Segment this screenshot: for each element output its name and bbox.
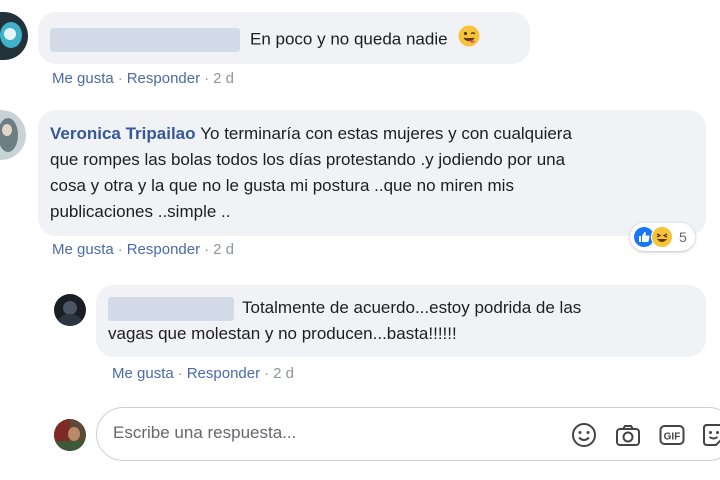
winking-tongue-emoji-icon <box>458 25 480 55</box>
author-name[interactable]: Veronica Tripailao <box>50 124 196 143</box>
commenter-avatar[interactable] <box>0 12 28 60</box>
reply-link[interactable]: Responder <box>127 241 200 258</box>
reply-text-line: vagas que molestan y no producen...basta… <box>108 324 457 343</box>
reply-input[interactable]: Escribe una respuesta... GIF <box>96 407 720 461</box>
blurred-author-name <box>50 28 240 52</box>
haha-reaction-icon <box>651 226 673 248</box>
timestamp[interactable]: 2 d <box>213 70 234 87</box>
timestamp[interactable]: 2 d <box>213 241 234 258</box>
like-link[interactable]: Me gusta <box>52 70 114 87</box>
commenter-avatar[interactable] <box>0 110 26 160</box>
blurred-author-name <box>108 296 234 321</box>
comment-text-line: publicaciones ..simple .. <box>50 202 231 221</box>
camera-icon[interactable] <box>615 422 641 448</box>
reply-bubble: Totalmente de acuerdo...estoy podrida de… <box>96 285 706 357</box>
comment-actions: Me gusta · Responder · 2 d <box>52 70 234 87</box>
comment-text: En poco y no queda nadie <box>250 29 448 49</box>
timestamp[interactable]: 2 d <box>273 365 294 382</box>
reaction-count: 5 <box>679 229 687 245</box>
reply-link[interactable]: Responder <box>127 70 200 87</box>
reply-avatar[interactable] <box>54 294 86 326</box>
reply-actions: Me gusta · Responder · 2 d <box>112 365 294 382</box>
reactions-summary[interactable]: 5 <box>630 223 695 251</box>
emoji-icon[interactable] <box>571 422 597 448</box>
like-link[interactable]: Me gusta <box>112 365 174 382</box>
svg-text:GIF: GIF <box>664 432 681 443</box>
reply-link[interactable]: Responder <box>187 365 260 382</box>
comment-bubble: En poco y no queda nadie <box>38 12 530 64</box>
comment-bubble: Veronica Tripailao Yo terminaría con est… <box>38 110 706 236</box>
gif-icon[interactable]: GIF <box>659 422 685 448</box>
comment-text-line: que rompes las bolas todos los días prot… <box>50 150 566 169</box>
comment-text-line: cosa y otra y la que no le gusta mi post… <box>50 176 514 195</box>
like-link[interactable]: Me gusta <box>52 241 114 258</box>
reply-text-line: Totalmente de acuerdo...estoy podrida de… <box>242 298 582 317</box>
sticker-icon[interactable] <box>701 422 720 448</box>
comment-text-line: Yo terminaría con estas mujeres y con cu… <box>200 124 572 143</box>
current-user-avatar <box>54 419 86 451</box>
comment-actions: Me gusta · Responder · 2 d <box>52 241 234 258</box>
reply-input-placeholder: Escribe una respuesta... <box>113 423 297 442</box>
